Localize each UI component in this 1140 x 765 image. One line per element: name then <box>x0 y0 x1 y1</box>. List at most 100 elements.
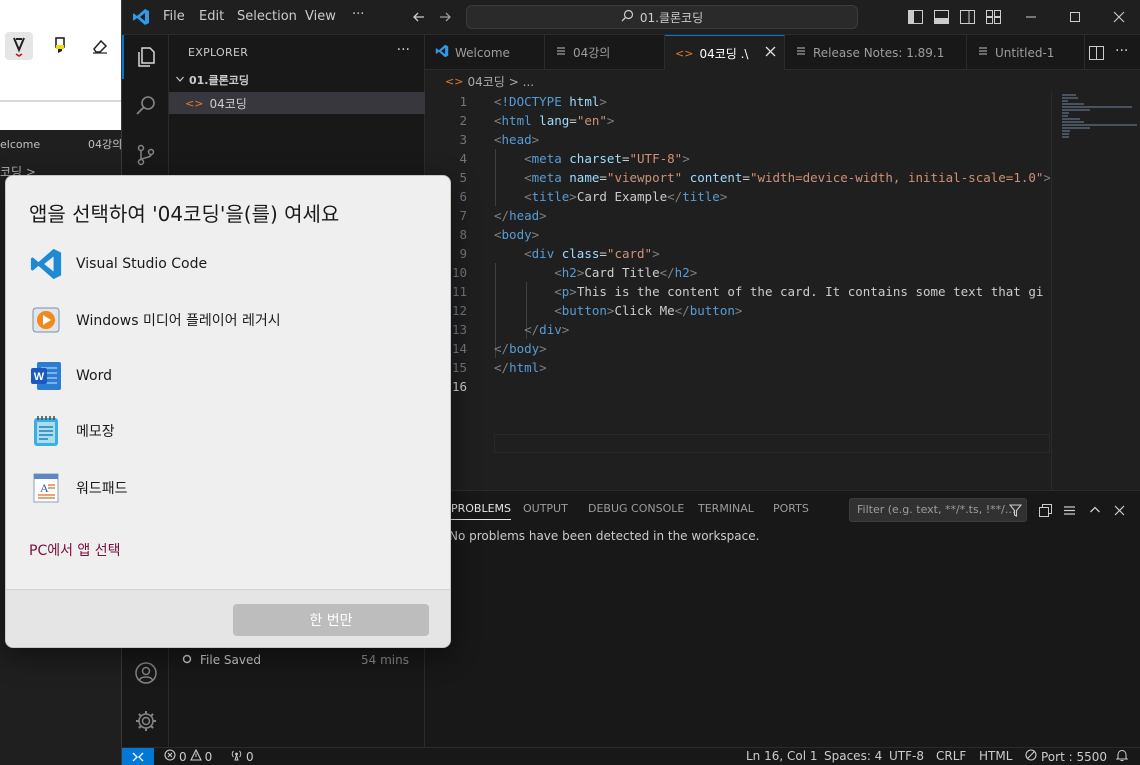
folder-row[interactable]: 01.클론코딩 <box>169 69 425 91</box>
cursor-position[interactable]: Ln 16, Col 1 <box>746 749 818 763</box>
filter-funnel-icon[interactable] <box>1007 502 1023 518</box>
code-text[interactable]: <head> <box>494 130 1050 149</box>
code-editor[interactable]: 1 <!DOCTYPE html> 2 <html lang="en"> 3 <head>… <box>425 92 1051 453</box>
explorer-icon[interactable] <box>132 43 160 71</box>
choose-app-on-pc-link[interactable]: PC에서 앱 선택 <box>29 540 121 560</box>
tab-untitled[interactable]: Untitled-1 <box>967 35 1085 70</box>
code-line[interactable]: 10 <h2>Card Title</h2> <box>425 263 1051 282</box>
menu-view[interactable]: View <box>305 9 336 24</box>
code-text[interactable]: <html lang="en"> <box>494 111 1050 130</box>
split-editor-icon[interactable] <box>1089 45 1104 64</box>
highlighter-tool-icon[interactable] <box>46 32 74 60</box>
menu-file[interactable]: File <box>163 9 185 24</box>
toggle-panel-icon[interactable] <box>932 8 950 26</box>
app-option-vscode[interactable]: Visual Studio Code <box>22 240 434 288</box>
customize-layout-icon[interactable] <box>984 8 1002 26</box>
back-arrow-icon[interactable] <box>410 8 428 26</box>
menu-selection[interactable]: Selection <box>237 9 297 24</box>
tab-release-notes[interactable]: Release Notes: 1.89.1 <box>785 35 967 70</box>
maximize-icon[interactable] <box>1066 8 1084 26</box>
vscode-icon <box>28 246 64 282</box>
live-server-port[interactable]: Port : 5500 <box>1025 749 1107 764</box>
encoding[interactable]: UTF-8 <box>889 749 924 763</box>
source-control-icon[interactable] <box>132 141 160 169</box>
notifications-bell-icon[interactable] <box>1115 749 1129 765</box>
app-option-word[interactable]: W Word <box>22 352 434 400</box>
collapse-all-icon[interactable] <box>1037 502 1053 518</box>
editor-more-icon[interactable]: ··· <box>1115 43 1128 59</box>
app-option-notepad[interactable]: 메모장 <box>22 407 434 455</box>
media-player-icon <box>28 302 64 338</box>
code-line[interactable]: 11 <p>This is the content of the card. I… <box>425 282 1051 301</box>
end-of-line[interactable]: CRLF <box>936 749 966 763</box>
problems-status[interactable]: 0 0 <box>164 748 212 764</box>
explorer-more-button[interactable]: ··· <box>397 42 410 58</box>
code-text[interactable]: <title>Card Example</title> <box>494 187 1050 206</box>
code-line[interactable]: 13 </div> <box>425 320 1051 339</box>
minimize-icon[interactable] <box>1022 8 1040 26</box>
problems-filter-input[interactable]: Filter (e.g. text, **/*.ts, !**/... <box>849 498 1027 522</box>
code-line[interactable]: 12 <button>Click Me</button> <box>425 301 1051 320</box>
pen-tool-icon[interactable] <box>5 32 33 60</box>
tab-lecture[interactable]: 04강의 <box>545 35 665 70</box>
indentation[interactable]: Spaces: 4 <box>824 749 882 763</box>
breadcrumb-file[interactable]: 04코딩 <box>467 73 504 90</box>
panel-tab-problems[interactable]: PROBLEMS <box>451 502 512 520</box>
tab-welcome[interactable]: Welcome <box>425 35 545 70</box>
app-option-media-player[interactable]: Windows 미디어 플레이어 레거시 <box>22 296 434 344</box>
code-text[interactable]: <!DOCTYPE html> <box>494 92 1050 111</box>
view-as-list-icon[interactable] <box>1061 502 1077 518</box>
app-option-wordpad[interactable]: A 워드패드 <box>22 464 434 512</box>
code-line[interactable]: 15 </html> <box>425 358 1051 377</box>
close-panel-icon[interactable] <box>1111 502 1127 518</box>
remote-indicator-icon[interactable] <box>122 748 154 765</box>
command-center[interactable]: 01.클론코딩 <box>466 5 858 29</box>
code-line[interactable]: 3 <head> <box>425 130 1051 149</box>
panel-tab-terminal[interactable]: TERMINAL <box>698 502 754 515</box>
code-text[interactable]: </div> <box>494 320 1050 339</box>
search-view-icon[interactable] <box>132 91 160 119</box>
accounts-icon[interactable] <box>132 659 160 687</box>
panel-tab-ports[interactable]: PORTS <box>773 502 809 515</box>
maximize-panel-chevron-icon[interactable] <box>1087 502 1103 518</box>
toggle-secondary-sidebar-icon[interactable] <box>958 8 976 26</box>
code-text[interactable]: <button>Click Me</button> <box>494 301 1050 320</box>
code-line[interactable]: 8 <body> <box>425 225 1051 244</box>
panel-tab-output[interactable]: OUTPUT <box>523 502 568 515</box>
code-text[interactable]: <div class="card"> <box>494 244 1050 263</box>
menu-edit[interactable]: Edit <box>199 9 224 24</box>
just-once-button[interactable]: 한 번만 <box>233 604 429 636</box>
close-window-icon[interactable] <box>1110 8 1128 26</box>
code-text[interactable]: <meta charset="UTF-8"> <box>494 149 1050 168</box>
code-line[interactable]: 1 <!DOCTYPE html> <box>425 92 1051 111</box>
code-text[interactable]: <h2>Card Title</h2> <box>494 263 1050 282</box>
tab-coding-active[interactable]: <> 04코딩 .\ <box>665 35 785 70</box>
breadcrumb-rest[interactable]: > ... <box>509 75 534 89</box>
eraser-tool-icon[interactable] <box>86 32 114 60</box>
code-line[interactable]: 2 <html lang="en"> <box>425 111 1051 130</box>
code-text[interactable]: </html> <box>494 358 1050 377</box>
language-mode[interactable]: HTML <box>979 749 1012 763</box>
code-line[interactable]: 6 <title>Card Example</title> <box>425 187 1051 206</box>
code-line[interactable]: 14 </body> <box>425 339 1051 358</box>
tab-close-icon[interactable] <box>765 45 776 61</box>
code-text[interactable]: </head> <box>494 206 1050 225</box>
code-text[interactable]: <p>This is the content of the card. It c… <box>494 282 1050 301</box>
code-line[interactable]: 5 <meta name="viewport" content="width=d… <box>425 168 1051 187</box>
code-line[interactable]: 4 <meta charset="UTF-8"> <box>425 149 1051 168</box>
code-text[interactable]: </body> <box>494 339 1050 358</box>
panel-tab-debug-console[interactable]: DEBUG CONSOLE <box>588 502 684 515</box>
ports-status[interactable]: 0 <box>230 749 254 764</box>
timeline-item[interactable]: File Saved 54 mins <box>169 649 425 671</box>
toggle-sidebar-icon[interactable] <box>906 8 924 26</box>
code-line[interactable]: 7 </head> <box>425 206 1051 225</box>
code-text[interactable]: <body> <box>494 225 1050 244</box>
minimap[interactable] <box>1051 92 1140 490</box>
code-text[interactable]: <meta name="viewport" content="width=dev… <box>494 168 1050 187</box>
menu-more[interactable]: ··· <box>352 7 364 22</box>
code-line[interactable]: 9 <div class="card"> <box>425 244 1051 263</box>
code-line[interactable]: 16 <box>425 377 1051 396</box>
manage-gear-icon[interactable] <box>132 707 160 735</box>
explorer-file-item[interactable]: <> 04코딩 <box>169 92 425 114</box>
forward-arrow-icon[interactable] <box>436 8 454 26</box>
